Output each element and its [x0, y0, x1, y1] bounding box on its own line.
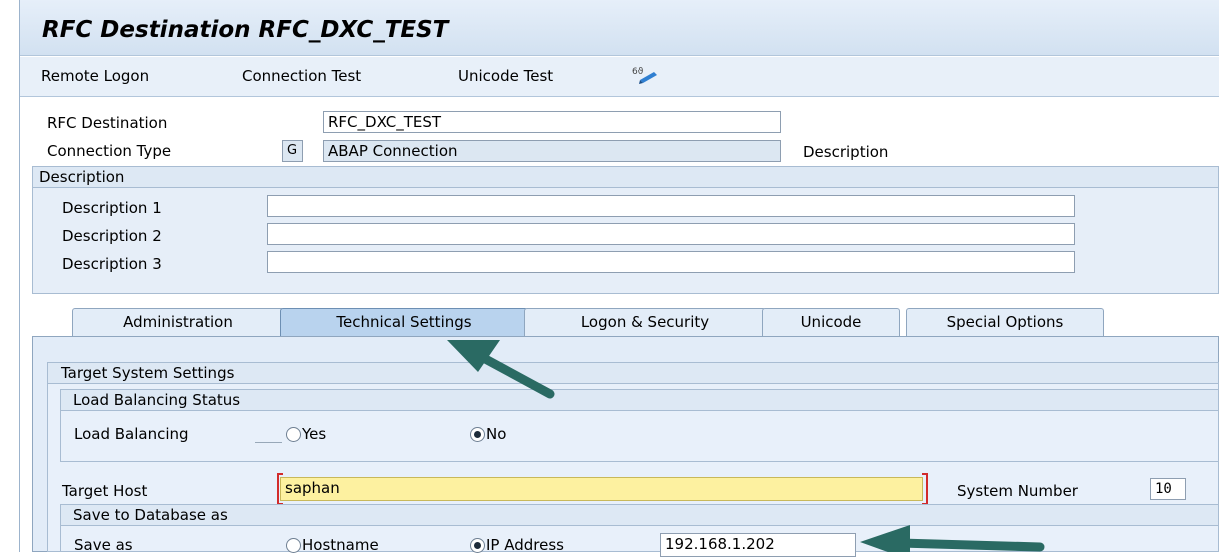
arrow-to-ip-address [860, 525, 1045, 552]
arrow-to-technical-settings [447, 340, 555, 399]
annotation-arrows [447, 340, 1045, 552]
